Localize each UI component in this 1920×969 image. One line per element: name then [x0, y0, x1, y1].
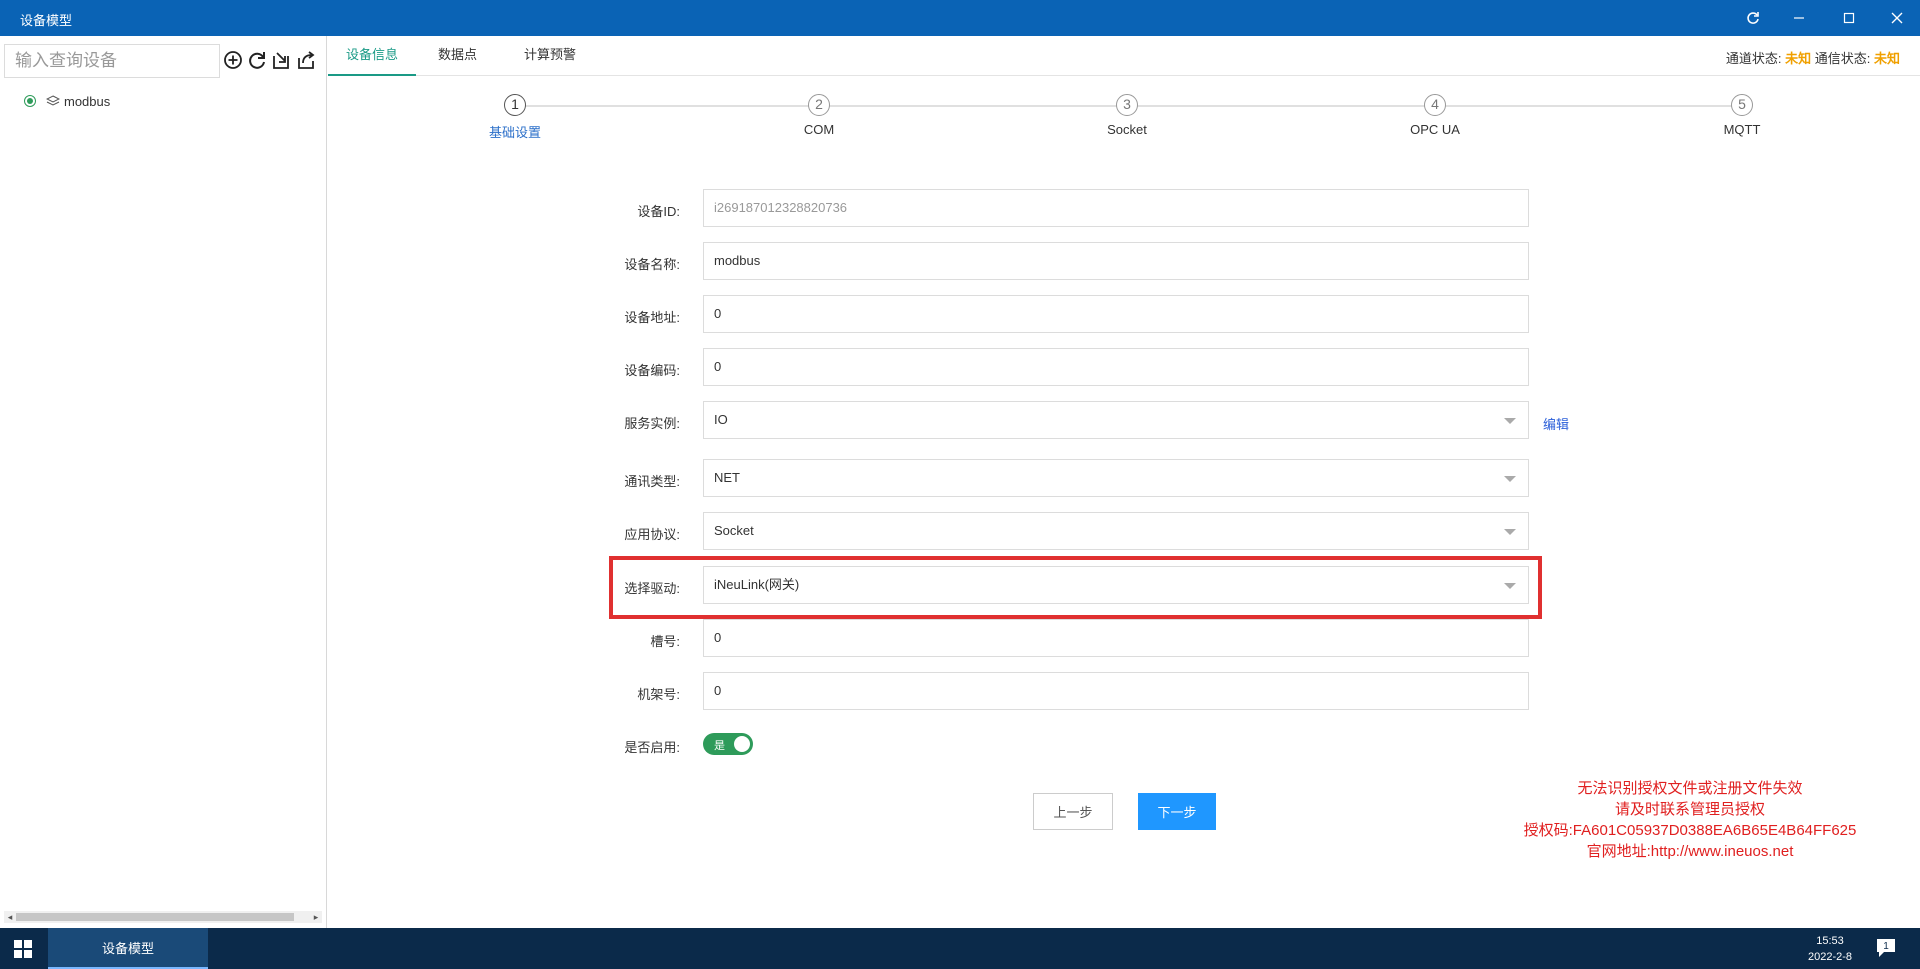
step-number: 4 — [1424, 94, 1446, 116]
chevron-down-icon — [1504, 418, 1516, 424]
step-label: Socket — [1107, 122, 1147, 137]
refresh-icon[interactable] — [1730, 0, 1776, 36]
slot-input[interactable]: 0 — [703, 619, 1529, 657]
minimize-button[interactable] — [1776, 0, 1822, 36]
device-id-field: i269187012328820736 — [703, 189, 1529, 227]
form-row-device-id: 设备ID: i269187012328820736 — [0, 189, 1920, 229]
edit-service-link[interactable]: 编辑 — [1543, 414, 1569, 433]
license-line-1: 无法识别授权文件或注册文件失效 — [1577, 780, 1803, 797]
step-mqtt[interactable]: 5 MQTT — [1682, 94, 1802, 137]
enabled-label: 是否启用: — [624, 740, 680, 755]
device-addr-label: 设备地址: — [624, 310, 680, 325]
step-label: OPC UA — [1410, 122, 1460, 137]
form-row-comm-type: 通讯类型: NET — [0, 459, 1920, 499]
layers-icon — [46, 95, 60, 107]
license-line-2: 请及时联系管理员授权 — [1614, 801, 1765, 818]
add-circle-icon[interactable] — [222, 48, 244, 72]
device-id-label: 设备ID: — [637, 204, 680, 219]
tree-item-label: modbus — [64, 93, 111, 109]
clock-time: 15:53 — [1816, 935, 1844, 947]
step-label: MQTT — [1723, 122, 1761, 137]
step-opc-ua[interactable]: 4 OPC UA — [1375, 94, 1495, 137]
driver-highlight-box — [609, 556, 1542, 619]
tree-item-modbus[interactable]: modbus — [24, 91, 110, 111]
step-label: 基础设置 — [488, 125, 541, 140]
form-row-protocol: 应用协议: Socket — [0, 512, 1920, 552]
scroll-right-icon[interactable]: ▸ — [310, 911, 322, 923]
step-number: 3 — [1116, 94, 1138, 116]
step-label: COM — [803, 122, 835, 137]
close-button[interactable] — [1874, 0, 1920, 36]
device-code-input[interactable]: 0 — [703, 348, 1529, 386]
step-socket[interactable]: 3 Socket — [1067, 94, 1187, 137]
rack-label: 机架号: — [637, 687, 680, 702]
taskbar-app-device-model[interactable]: 设备模型 — [48, 928, 208, 969]
tab-device-info[interactable]: 设备信息 — [328, 36, 417, 76]
next-step-button[interactable]: 下一步 — [1138, 793, 1216, 830]
system-clock[interactable]: 15:53 2022-2-8 — [1800, 933, 1860, 965]
slot-label: 槽号: — [650, 634, 680, 649]
chevron-down-icon — [1504, 529, 1516, 535]
step-number: 1 — [504, 94, 526, 116]
service-instance-value: IO — [714, 412, 728, 427]
notification-icon[interactable]: 1 — [1874, 937, 1898, 959]
form-row-device-addr: 设备地址: 0 — [0, 295, 1920, 335]
step-basic-settings[interactable]: 1 基础设置 — [455, 94, 575, 141]
channel-status-value: 未知 — [1785, 51, 1812, 66]
form-row-service-instance: 服务实例: IO — [0, 401, 1920, 441]
license-line-4: 官网地址:http://www.ineuos.net — [1586, 843, 1794, 860]
protocol-select[interactable]: Socket — [703, 512, 1529, 550]
device-search-input[interactable] — [4, 44, 220, 78]
import-icon[interactable] — [270, 48, 292, 72]
channel-status-label: 通道状态: — [1725, 51, 1782, 66]
protocol-label: 应用协议: — [624, 527, 680, 542]
enabled-toggle[interactable]: 是 — [703, 733, 753, 755]
form-row-slot: 槽号: 0 — [0, 619, 1920, 659]
export-icon[interactable] — [295, 48, 317, 72]
license-warning: 无法识别授权文件或注册文件失效 请及时联系管理员授权 授权码:FA601C059… — [1500, 778, 1880, 862]
chevron-down-icon — [1504, 476, 1516, 482]
comm-status-label: 通信状态: — [1814, 51, 1871, 66]
comm-type-value: NET — [714, 470, 740, 485]
device-name-input[interactable]: modbus — [703, 242, 1529, 280]
toggle-label: 是 — [714, 740, 725, 752]
comm-status-value: 未知 — [1873, 51, 1900, 66]
comm-type-select[interactable]: NET — [703, 459, 1529, 497]
refresh-tree-icon[interactable] — [246, 48, 268, 72]
comm-type-label: 通讯类型: — [624, 474, 680, 489]
connection-status: 通道状态: 未知 通信状态: 未知 — [1726, 48, 1900, 67]
form-row-device-name: 设备名称: modbus — [0, 242, 1920, 282]
tab-data-points[interactable]: 数据点 — [420, 36, 495, 76]
taskbar: 设备模型 15:53 2022-2-8 1 — [0, 928, 1920, 969]
form-row-enabled: 是否启用: — [0, 725, 1920, 765]
title-bar: 设备模型 — [0, 0, 1920, 36]
notification-count: 1 — [1883, 941, 1889, 952]
service-instance-select[interactable]: IO — [703, 401, 1529, 439]
device-addr-input[interactable]: 0 — [703, 295, 1529, 333]
maximize-button[interactable] — [1826, 0, 1872, 36]
step-com[interactable]: 2 COM — [759, 94, 879, 137]
form-row-device-code: 设备编码: 0 — [0, 348, 1920, 388]
scrollbar-thumb[interactable] — [16, 913, 294, 921]
rack-input[interactable]: 0 — [703, 672, 1529, 710]
step-number: 5 — [1731, 94, 1753, 116]
scroll-left-icon[interactable]: ◂ — [4, 911, 16, 923]
device-name-label: 设备名称: — [624, 257, 680, 272]
selected-radio-icon — [24, 95, 36, 107]
prev-step-button[interactable]: 上一步 — [1033, 793, 1113, 830]
horizontal-scrollbar[interactable]: ◂ ▸ — [4, 911, 322, 923]
window-title: 设备模型 — [20, 13, 73, 28]
protocol-value: Socket — [714, 523, 754, 538]
tab-bar: 设备信息 数据点 计算预警 通道状态: 未知 通信状态: 未知 — [328, 36, 1920, 76]
device-code-label: 设备编码: — [624, 363, 680, 378]
step-number: 2 — [808, 94, 830, 116]
license-line-3: 授权码:FA601C05937D0388EA6B65E4B64FF625 — [1523, 822, 1857, 839]
windows-start-icon[interactable] — [14, 940, 32, 958]
form-row-rack: 机架号: 0 — [0, 672, 1920, 712]
service-instance-label: 服务实例: — [624, 416, 680, 431]
clock-date: 2022-2-8 — [1807, 951, 1853, 963]
toggle-knob — [734, 736, 750, 752]
tab-calc-alerts[interactable]: 计算预警 — [506, 36, 594, 76]
